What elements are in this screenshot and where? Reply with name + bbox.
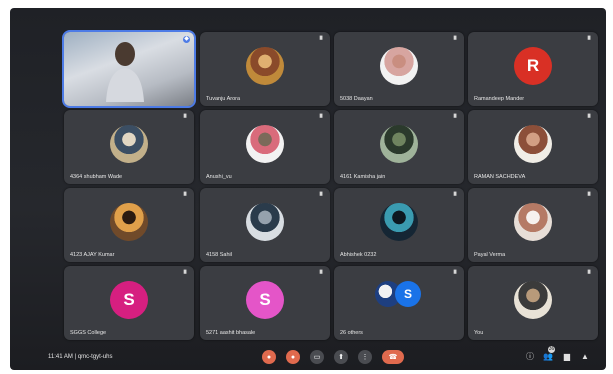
bottom-control-bar: 11:41 AM | qmc-tgyt-uhs ● ● ▭ ⬆ ⋮ ☎ ⓘ 👥 36 ▆ ▲ [10,346,606,370]
participant-name: 5271 aashit bhasale [206,330,256,336]
mic-muted-icon: ▝ [585,193,591,200]
meeting-code[interactable]: qmc-tgyt-uhs [78,354,113,360]
avatar [514,203,552,241]
participant-name: You [474,330,484,336]
participant-count-badge: 36 [548,346,555,353]
avatar [110,125,148,163]
captions-button[interactable]: ▭ [310,350,324,364]
avatar [380,47,418,85]
participant-name: SGGS College [70,330,107,336]
participant-name: 4364 shubham Wade [70,174,123,180]
video-feed [64,32,194,106]
avatar [380,203,418,241]
mic-muted-icon: ▝ [451,271,457,278]
mic-muted-icon: ▝ [585,115,591,122]
participant-tile[interactable]: S ▝ SGGS College [64,266,194,340]
activities-icon: ▲ [581,352,589,361]
avatar [246,47,284,85]
participant-tile[interactable]: ▝ 4364 shubham Wade [64,110,194,184]
participant-name: 4123 AJAY Kumar [70,252,115,258]
present-button[interactable]: ⬆ [334,350,348,364]
mic-off-icon: ● [266,353,272,361]
meeting-info: 11:41 AM | qmc-tgyt-uhs [48,354,113,360]
mic-muted-icon: ▝ [317,193,323,200]
participant-tile[interactable]: ◆ [62,30,196,108]
mic-muted-icon: ▝ [317,37,323,44]
avatar [380,125,418,163]
avatar [110,203,148,241]
hangup-icon: ☎ [388,354,398,361]
participant-name: 4158 Sahil [206,252,232,258]
participant-tile[interactable]: ▝ Anushi_vu [200,110,330,184]
participant-tile[interactable]: ▝ 4158 Sahil [200,188,330,262]
participant-name: Tuvanju Arora [206,96,241,102]
captions-icon: ▭ [313,354,321,361]
people-icon: 👥 [543,352,553,361]
participant-name: Payal Verma [474,252,506,258]
participant-grid: ◆ ▝ Tuvanju Arora ▝ 5038 Daayan R ▝ Ramandeep M… [10,8,606,370]
participant-tile[interactable]: ▝ 4123 AJAY Kumar [64,188,194,262]
participant-tile[interactable]: S ▝ 5271 aashit bhasale [200,266,330,340]
activities-button[interactable]: ▲ [580,352,590,362]
mic-muted-icon: ▝ [451,193,457,200]
avatar-letter: R [514,47,552,85]
meet-call-screen: ◆ ▝ Tuvanju Arora ▝ 5038 Daayan R ▝ Ramandeep M… [10,8,606,370]
mic-muted-icon: ▝ [181,115,187,122]
participant-tile[interactable]: ▝ You [468,266,598,340]
mic-off-button[interactable]: ● [262,350,276,364]
chat-button[interactable]: ▆ [562,352,572,362]
avatar-letter: S [395,281,421,307]
more-options-button[interactable]: ⋮ [358,350,372,364]
others-avatar-stack: S [375,281,423,319]
participant-tile[interactable]: S ▝ 26 others [334,266,464,340]
mic-muted-icon: ▝ [451,37,457,44]
participant-tile[interactable]: ▝ 5038 Daayan [334,32,464,106]
participant-tile[interactable]: ▝ Abhishek 0232 [334,188,464,262]
people-button[interactable]: 👥 [543,352,553,362]
leave-call-button[interactable]: ☎ [382,350,404,364]
participant-name: 5038 Daayan [340,96,373,102]
avatar [246,203,284,241]
participant-tile[interactable]: ▝ Tuvanju Arora [200,32,330,106]
avatar [514,281,552,319]
avatar-letter: S [246,281,284,319]
participant-name: RAMAN SACHDEVA [474,174,526,180]
avatar-letter: S [110,281,148,319]
participant-name: 26 others [340,330,363,336]
mic-muted-icon: ▝ [451,115,457,122]
meeting-separator: | [74,354,77,360]
chat-icon: ▆ [563,352,571,361]
mic-muted-icon: ▝ [585,271,591,278]
avatar [514,125,552,163]
participant-tile[interactable]: ▝ 4161 Kamisha jain [334,110,464,184]
mic-muted-icon: ▝ [317,271,323,278]
participant-name: Abhishek 0232 [340,252,377,258]
more-vert-icon: ⋮ [361,354,369,361]
present-icon: ⬆ [338,354,344,361]
meeting-time: 11:41 AM [48,354,73,360]
pin-icon[interactable]: ◆ [183,36,190,43]
mic-muted-icon: ▝ [181,193,187,200]
camera-off-icon: ● [290,353,296,361]
participant-tile[interactable]: ▝ Payal Verma [468,188,598,262]
info-button[interactable]: ⓘ [525,352,535,362]
participant-tile[interactable]: R ▝ Ramandeep Mander [468,32,598,106]
camera-off-button[interactable]: ● [286,350,300,364]
participant-tile[interactable]: ▝ RAMAN SACHDEVA [468,110,598,184]
participant-name: Anushi_vu [206,174,232,180]
participant-name: Ramandeep Mander [474,96,525,102]
avatar [246,125,284,163]
person-silhouette [106,42,144,102]
mic-muted-icon: ▝ [317,115,323,122]
mic-muted-icon: ▝ [585,37,591,44]
mic-muted-icon: ▝ [181,271,187,278]
participant-name: 4161 Kamisha jain [340,174,386,180]
info-icon: ⓘ [526,352,534,361]
